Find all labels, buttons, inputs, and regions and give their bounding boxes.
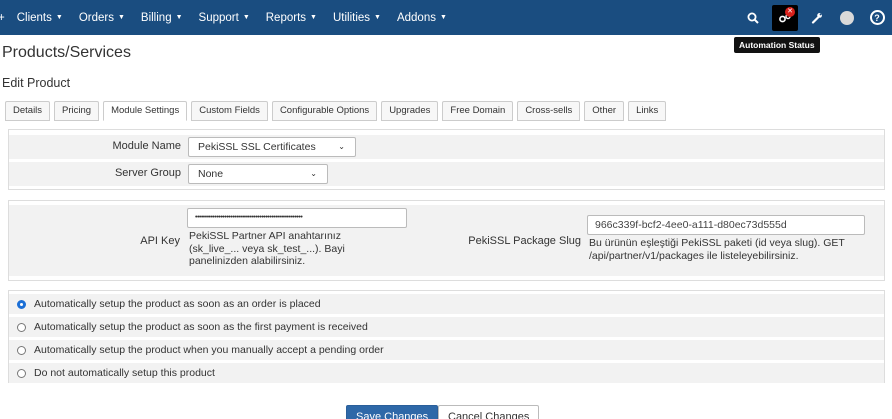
nav-plus[interactable]: + (0, 0, 9, 35)
nav-billing[interactable]: Billing ▼ (133, 0, 191, 35)
setup-option-label: Automatically setup the product as soon … (34, 298, 321, 310)
nav-billing-label: Billing (140, 11, 172, 24)
radio-icon[interactable] (17, 345, 26, 355)
tab-links[interactable]: Links (628, 101, 667, 121)
automation-status-tooltip: Automation Status (734, 37, 820, 53)
server-group-value: None (198, 168, 224, 180)
caret-down-icon: ▼ (117, 14, 125, 21)
settings-panel: API Key ••••••••••••••••••••••••••••••••… (8, 200, 885, 281)
automation-status-icon[interactable]: ✕ (772, 4, 798, 31)
setup-options-panel: Automatically setup the product as soon … (8, 290, 885, 383)
api-key-input[interactable]: ••••••••••••••••••••••••••••••••••••••••… (187, 208, 407, 228)
search-icon[interactable] (738, 0, 768, 35)
tab-custom-fields[interactable]: Custom Fields (191, 101, 268, 121)
wrench-icon[interactable] (802, 0, 832, 35)
tab-upgrades[interactable]: Upgrades (381, 101, 439, 121)
module-name-row: Module Name PekiSSL SSL Certificates ⌄ (9, 135, 884, 159)
module-panel: Module Name PekiSSL SSL Certificates ⌄ S… (8, 129, 885, 190)
chevron-down-icon: ⌄ (310, 169, 317, 178)
nav-orders-label: Orders (78, 11, 114, 24)
nav-orders[interactable]: Orders ▼ (71, 0, 133, 35)
caret-down-icon: ▼ (310, 14, 317, 21)
nav-utilities[interactable]: Utilities ▼ (325, 0, 389, 35)
radio-checked-icon[interactable] (17, 299, 26, 309)
page-title: Products/Services (2, 44, 131, 61)
nav-reports-label: Reports (265, 11, 307, 24)
nav-clients-label: Clients (16, 11, 52, 24)
tab-details[interactable]: Details (5, 101, 51, 121)
api-key-label: API Key (140, 235, 180, 247)
nav-support-label: Support (198, 11, 239, 24)
setup-option-on-accept[interactable]: Automatically setup the product when you… (9, 340, 884, 360)
avatar-icon (840, 10, 854, 25)
setup-option-label: Automatically setup the product as soon … (34, 321, 368, 333)
sub-title: Edit Product (2, 76, 71, 90)
cancel-button[interactable]: Cancel Changes (438, 405, 540, 419)
package-slug-help: Bu ürünün eşleştiği PekiSSL paketi (id v… (589, 237, 845, 262)
nav-addons-label: Addons (396, 11, 436, 24)
api-key-help: PekiSSL Partner API anahtarınız (sk_live… (189, 230, 345, 267)
radio-icon[interactable] (17, 322, 26, 332)
tab-module-settings[interactable]: Module Settings (103, 101, 188, 121)
server-group-select[interactable]: None ⌄ (188, 164, 328, 184)
chevron-down-icon: ⌄ (338, 142, 345, 151)
caret-down-icon: ▼ (374, 14, 381, 21)
module-name-select[interactable]: PekiSSL SSL Certificates ⌄ (188, 137, 356, 157)
tab-other[interactable]: Other (584, 101, 625, 121)
server-group-row: Server Group None ⌄ (9, 162, 884, 186)
tab-cross-sells[interactable]: Cross-sells (517, 101, 581, 121)
caret-down-icon: ▼ (175, 14, 183, 21)
server-group-label: Server Group (114, 167, 181, 179)
top-navbar: + Clients ▼ Orders ▼ Billing ▼ Support ▼ Rep… (0, 0, 892, 35)
caret-down-icon: ▼ (242, 14, 250, 21)
caret-down-icon: ▼ (439, 14, 447, 21)
setup-option-on-payment[interactable]: Automatically setup the product as soon … (9, 317, 884, 337)
settings-row: API Key ••••••••••••••••••••••••••••••••… (9, 205, 884, 276)
nav-addons[interactable]: Addons ▼ (389, 0, 455, 35)
nav-reports[interactable]: Reports ▼ (258, 0, 325, 35)
setup-option-none[interactable]: Do not automatically setup this product (9, 363, 884, 383)
tab-bar: Details Pricing Module Settings Custom F… (5, 101, 670, 121)
radio-icon[interactable] (17, 368, 26, 378)
nav-right-icons: ✕ ? (738, 0, 892, 35)
alert-badge-icon: ✕ (785, 6, 795, 17)
nav-clients[interactable]: Clients ▼ (9, 0, 71, 35)
tab-free-domain[interactable]: Free Domain (442, 101, 514, 121)
setup-option-label: Automatically setup the product when you… (34, 344, 384, 356)
package-slug-label: PekiSSL Package Slug (468, 235, 581, 247)
tab-configurable-options[interactable]: Configurable Options (271, 101, 378, 121)
nav-utilities-label: Utilities (332, 11, 371, 24)
tab-pricing[interactable]: Pricing (54, 101, 100, 121)
help-icon[interactable]: ? (862, 0, 892, 35)
package-slug-input[interactable]: 966c339f-bcf2-4ee0-a111-d80ec73d555d (587, 215, 865, 235)
nav-support[interactable]: Support ▼ (191, 0, 258, 35)
avatar[interactable] (832, 0, 862, 35)
module-name-value: PekiSSL SSL Certificates (198, 141, 316, 153)
caret-down-icon: ▼ (55, 14, 63, 21)
setup-option-on-order[interactable]: Automatically setup the product as soon … (9, 294, 884, 314)
setup-option-label: Do not automatically setup this product (34, 367, 215, 379)
module-name-label: Module Name (112, 140, 181, 152)
save-button[interactable]: Save Changes (346, 405, 439, 419)
